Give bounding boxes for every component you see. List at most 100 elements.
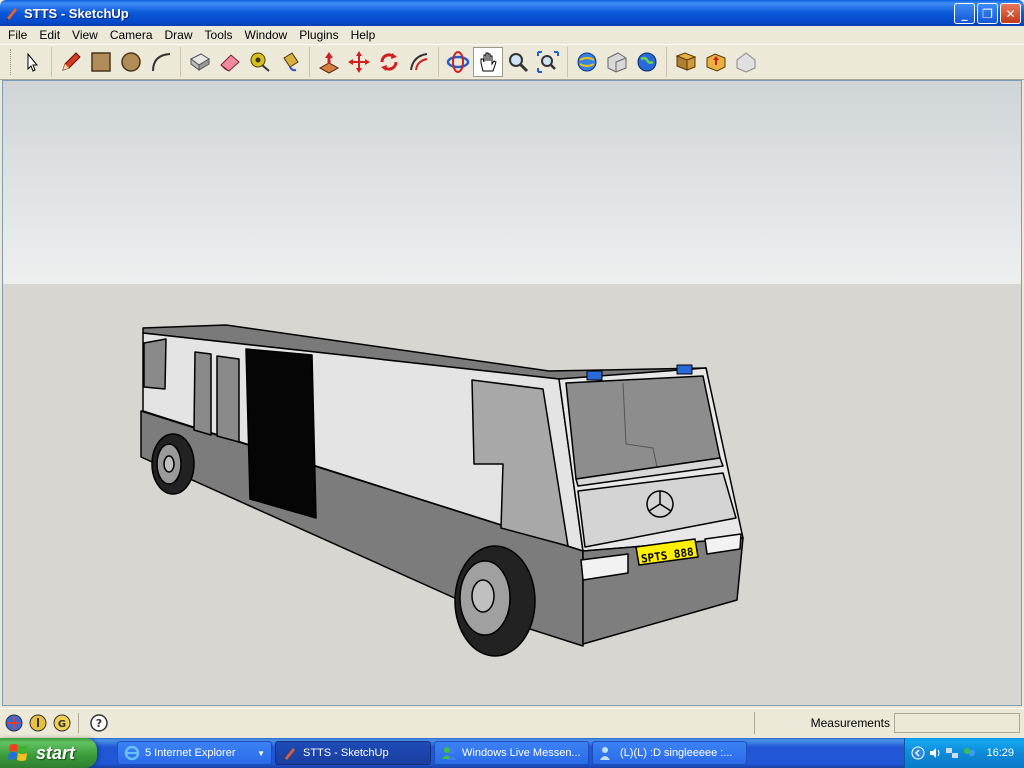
bus-rear-wheel [151,433,195,495]
tape-measure-tool-button[interactable] [245,47,275,77]
status-bar: G ? Measurements [0,708,1024,736]
windows-taskbar: start 5 Internet Explorer ▼ STTS - Sketc… [0,738,1024,768]
offset-icon [410,53,428,71]
taskbar-item-internet-explorer[interactable]: 5 Internet Explorer ▼ [117,741,272,765]
toolbar-group-edit [180,47,309,77]
rotate-icon [380,53,398,71]
taskbar-item-label: 5 Internet Explorer [145,747,236,759]
modeling-viewport[interactable]: SPTS 888 [2,80,1022,706]
status-separator [78,712,79,733]
google-earth-icon [637,52,657,72]
pencil-tool-button[interactable] [56,47,86,77]
get-current-view-icon [675,52,697,71]
title-bar: STTS - SketchUp _ ❐ ✕ [0,0,1024,26]
move-icon [348,51,370,73]
menu-help[interactable]: Help [345,26,382,44]
select-tool-button[interactable] [17,47,47,77]
eraser-icon [220,54,240,72]
main-toolbar [0,44,1024,80]
arc-tool-button[interactable] [146,47,176,77]
toolbar-group-earth [666,47,765,77]
place-model-icon [736,52,756,73]
measurements-input[interactable] [894,712,1020,733]
offset-tool-button[interactable] [404,47,434,77]
svg-text:?: ? [96,717,102,730]
get-models-icon [577,52,597,72]
paint-bucket-tool-button[interactable] [275,47,305,77]
toolbar-group-select [6,47,51,77]
messenger-tray-icon[interactable] [962,746,976,760]
network-icon[interactable] [945,746,959,760]
rotate-tool-button[interactable] [374,47,404,77]
roof-light-right [676,364,693,375]
toggle-terrain-tool-button[interactable] [701,47,731,77]
eraser-tool-button[interactable] [215,47,245,77]
push-pull-tool-button[interactable] [314,47,344,77]
share-model-tool-button[interactable] [602,47,632,77]
pan-tool-button[interactable] [473,47,503,77]
tape-measure-icon [250,52,270,72]
menu-edit[interactable]: Edit [33,26,66,44]
messenger-icon [442,747,456,760]
maximize-button[interactable]: ❐ [977,3,998,24]
place-model-tool-button[interactable] [731,47,761,77]
credits-icon[interactable] [28,713,48,733]
clock[interactable]: 16:29 [986,747,1014,759]
zoom-tool-button[interactable] [503,47,533,77]
menu-window[interactable]: Window [239,26,294,44]
make-component-tool-button[interactable] [185,47,215,77]
windows-logo-icon [8,744,28,761]
menu-tools[interactable]: Tools [199,26,239,44]
help-icon[interactable]: ? [89,713,109,733]
google-sign-in-icon[interactable]: G [52,713,72,733]
bus-window-rear [143,338,167,390]
start-button[interactable]: start [0,738,97,768]
google-earth-tool-button[interactable] [632,47,662,77]
bus-window-1 [193,351,212,436]
taskbar-item-chat[interactable]: (L)(L) :D singleeeee :... [592,741,747,765]
pan-icon [480,52,497,72]
toolbar-group-google [567,47,666,77]
menu-plugins[interactable]: Plugins [293,26,344,44]
menu-bar: File Edit View Camera Draw Tools Window … [0,26,1024,44]
system-tray: 16:29 [904,738,1024,768]
bus-window-2 [216,355,240,443]
zoom-icon [509,53,529,73]
paint-bucket-icon [283,52,299,72]
menu-camera[interactable]: Camera [104,26,159,44]
toolbar-grip[interactable] [10,49,13,75]
toolbar-group-draw [51,47,180,77]
share-model-icon [607,52,627,73]
rectangle-tool-button[interactable] [86,47,116,77]
minimize-button[interactable]: _ [954,3,975,24]
sketchup-app-icon [6,8,17,21]
move-tool-button[interactable] [344,47,374,77]
geo-location-icon[interactable] [4,713,24,733]
menu-view[interactable]: View [66,26,104,44]
scene-canvas[interactable]: SPTS 888 [3,81,1022,706]
roof-light-left [586,370,603,381]
bus-front-wheel [454,545,536,657]
menu-draw[interactable]: Draw [159,26,199,44]
get-current-view-tool-button[interactable] [671,47,701,77]
menu-file[interactable]: File [2,26,33,44]
get-models-tool-button[interactable] [572,47,602,77]
taskbar-item-sketchup[interactable]: STTS - SketchUp [275,741,431,765]
arc-icon [152,53,171,72]
close-button[interactable]: ✕ [1000,3,1021,24]
toolbar-group-modify [309,47,438,77]
status-text-area [109,713,754,733]
zoom-extents-tool-button[interactable] [533,47,563,77]
taskbar-item-messenger[interactable]: Windows Live Messen... [434,741,589,765]
show-hidden-icons-icon[interactable] [911,746,925,760]
zoom-extents-icon [537,51,559,73]
orbit-tool-button[interactable] [443,47,473,77]
ie-icon [124,745,140,761]
taskbar-item-label: (L)(L) :D singleeeee :... [620,747,733,759]
measurements-label: Measurements [754,711,894,734]
pencil-icon [62,52,81,71]
circle-tool-button[interactable] [116,47,146,77]
circle-icon [121,52,141,72]
start-label: start [36,742,76,763]
volume-icon[interactable] [928,746,942,760]
